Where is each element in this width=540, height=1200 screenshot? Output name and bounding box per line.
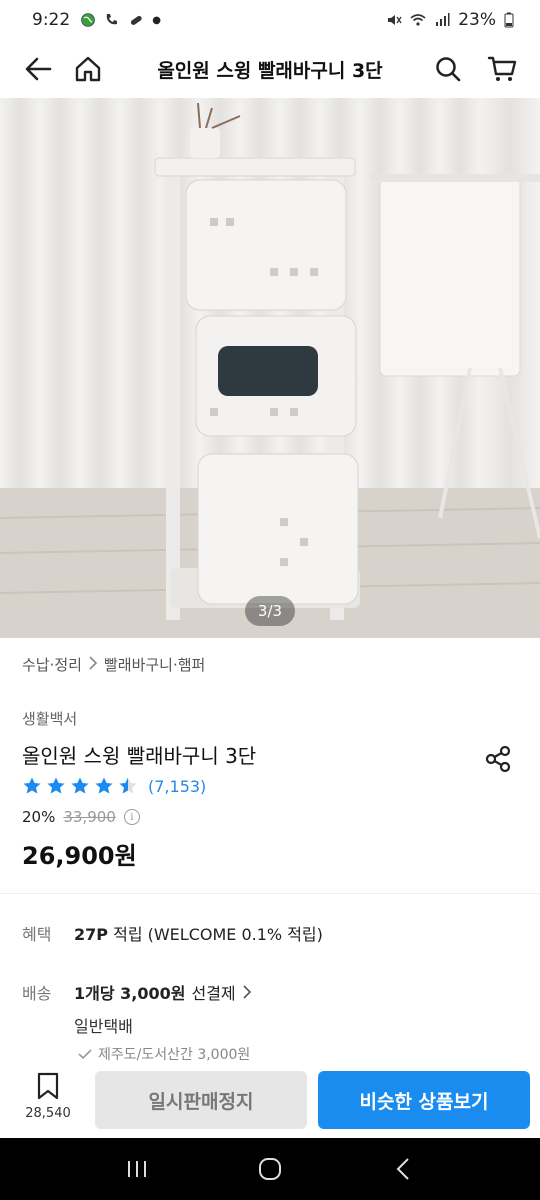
home-icon: [75, 56, 101, 82]
sale-price: 26,900원: [22, 842, 137, 870]
shipping-label: 배송: [22, 984, 52, 1003]
sale-paused-button[interactable]: 일시판매정지: [95, 1071, 307, 1129]
shipping-note-text: 제주도/도서산간 3,000원: [98, 1047, 251, 1063]
cart-button[interactable]: [482, 49, 522, 89]
battery-icon: [504, 12, 514, 28]
back-system-button[interactable]: [383, 1149, 423, 1189]
bookmark-icon: [37, 1072, 59, 1100]
original-price: 33,900: [63, 808, 116, 826]
star-half-icon: [119, 777, 137, 794]
chevron-right-icon: [88, 655, 98, 674]
benefit-text: 적립 (WELCOME 0.1% 적립): [113, 925, 323, 944]
shipping-method: 일반택배: [74, 1017, 133, 1036]
brand-name[interactable]: 생활백서: [22, 708, 77, 729]
recents-button[interactable]: [117, 1149, 157, 1189]
breadcrumb: 수납·정리 빨래바구니·햄퍼: [22, 654, 205, 675]
review-count[interactable]: (7,153): [148, 777, 206, 796]
wishlist-count: 28,540: [25, 1106, 71, 1121]
check-icon: [78, 1049, 92, 1060]
home-system-button[interactable]: [250, 1149, 290, 1189]
breadcrumb-item-storage[interactable]: 수납·정리: [22, 654, 82, 675]
wifi-icon: [410, 14, 426, 26]
star-full-icon: [47, 777, 65, 794]
star-full-icon: [71, 777, 89, 794]
globe-icon: [81, 13, 95, 27]
battery-percent: 23%: [458, 10, 496, 30]
image-counter: 3/3: [245, 596, 295, 626]
rating[interactable]: (7,153): [22, 776, 206, 796]
shipping-fee: 1개당 3,000원: [74, 984, 186, 1003]
info-icon[interactable]: i: [123, 809, 140, 825]
shipping-fee-row[interactable]: 1개당 3,000원 선결제: [74, 980, 252, 1004]
action-bar: 28,540 일시판매정지 비슷한 상품보기: [0, 1066, 540, 1138]
share-button[interactable]: [480, 741, 516, 777]
shipping-fee-suffix: 선결제: [191, 984, 236, 1003]
similar-products-button[interactable]: 비슷한 상품보기: [318, 1071, 530, 1129]
chevron-right-icon: [243, 985, 251, 999]
search-icon: [436, 57, 461, 82]
back-button[interactable]: [18, 49, 58, 89]
status-bar: 9:22 ● 23%: [0, 0, 540, 40]
dot-icon: ●: [152, 14, 161, 26]
link-icon: [131, 15, 142, 25]
benefit-points: 27P: [74, 925, 108, 944]
benefit-value: 27P 적립 (WELCOME 0.1% 적립): [74, 921, 323, 945]
laundry-basket-photo: [0, 98, 540, 638]
home-circle-icon: [258, 1158, 281, 1180]
product-title: 올인원 스윙 빨래바구니 3단: [22, 744, 257, 768]
breadcrumb-item-laundry[interactable]: 빨래바구니·햄퍼: [104, 654, 205, 675]
top-nav: 올인원 스윙 빨래바구니 3단: [0, 40, 540, 98]
back-chevron-icon: [396, 1158, 410, 1180]
benefit-label: 혜택: [22, 925, 52, 944]
share-icon: [485, 745, 511, 773]
home-button[interactable]: [68, 49, 108, 89]
divider: [0, 893, 540, 894]
star-full-icon: [95, 777, 113, 794]
status-time: 9:22: [32, 10, 71, 30]
call-icon: [106, 14, 118, 25]
search-button[interactable]: [428, 49, 468, 89]
signal-icon: [436, 13, 450, 26]
product-image[interactable]: [0, 98, 540, 638]
star-full-icon: [23, 777, 41, 794]
price-row: 20% 33,900 i: [22, 808, 140, 826]
shipping-note: 제주도/도서산간 3,000원: [78, 1044, 250, 1064]
mute-icon: [388, 15, 402, 25]
wishlist-button[interactable]: 28,540: [22, 1072, 74, 1121]
cart-icon: [487, 56, 517, 81]
recents-icon: [127, 1161, 146, 1177]
discount-rate: 20%: [22, 808, 56, 826]
system-nav-bar: [0, 1138, 540, 1200]
back-arrow-icon: [25, 57, 52, 81]
